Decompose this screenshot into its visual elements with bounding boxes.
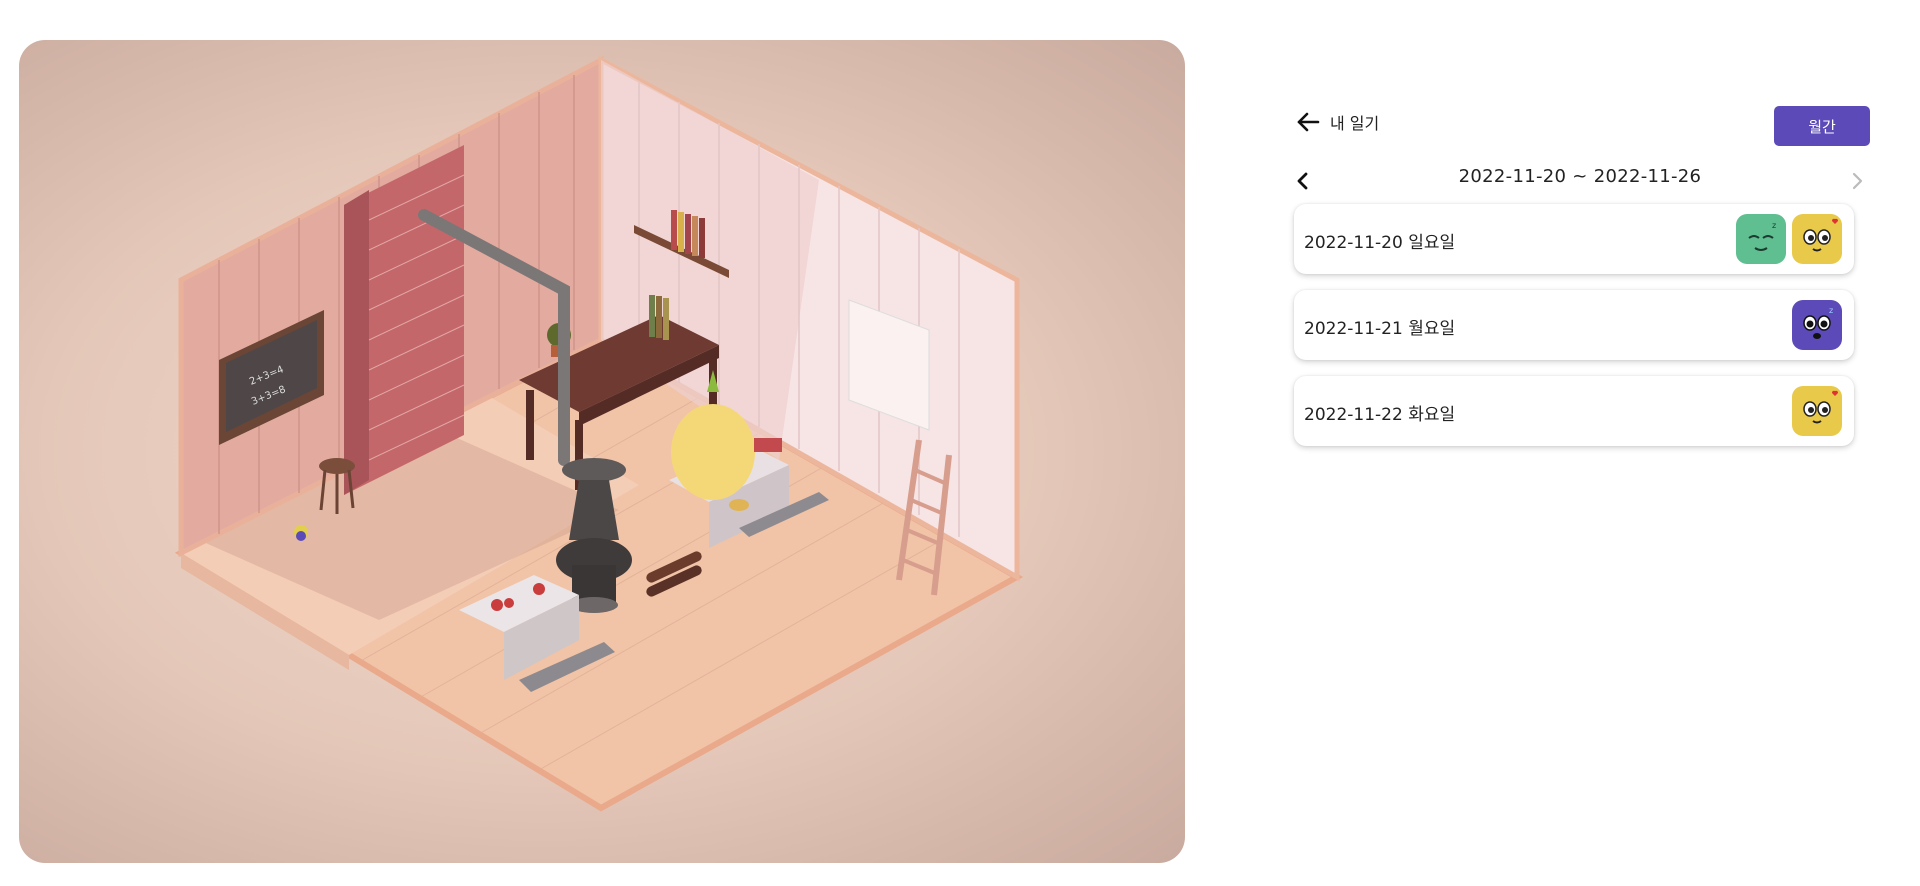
svg-text:z: z [1772,221,1776,230]
isometric-room-svg: 2+3=4 3+3=8 [174,55,1024,812]
diary-entry-card[interactable]: 2022-11-21 월요일 z [1294,290,1854,360]
yellow-love-face-icon [1792,386,1842,436]
entry-date: 2022-11-22 화요일 [1304,405,1456,425]
room-illustration: 2+3=4 3+3=8 [19,40,1185,863]
monthly-view-button[interactable]: 월간 [1774,106,1870,146]
week-range-navigator: 2022-11-20 ~ 2022-11-26 [1290,160,1870,204]
green-calm-face-icon: z [1736,214,1786,264]
diary-panel: 내 일기 월간 2022-11-20 ~ 2022-11-26 2022-11-… [1290,104,1870,462]
top-bar: 내 일기 월간 [1290,104,1870,148]
entry-date: 2022-11-21 월요일 [1304,319,1456,339]
back-button[interactable]: 내 일기 [1294,108,1379,136]
week-range-text: 2022-11-20 ~ 2022-11-26 [1458,166,1702,187]
diary-entry-card[interactable]: 2022-11-20 일요일 z [1294,204,1854,274]
chevron-right-icon[interactable] [1846,170,1868,192]
mood-icons: z [1736,214,1842,264]
mood-icons [1792,386,1842,436]
diary-entry-card[interactable]: 2022-11-22 화요일 [1294,376,1854,446]
purple-surprised-face-icon: z [1792,300,1842,350]
entry-date: 2022-11-20 일요일 [1304,233,1456,253]
yellow-love-face-icon [1792,214,1842,264]
svg-text:z: z [1829,306,1833,315]
mood-icons: z [1792,300,1842,350]
back-label: 내 일기 [1330,114,1380,133]
arrow-left-icon [1297,112,1320,132]
